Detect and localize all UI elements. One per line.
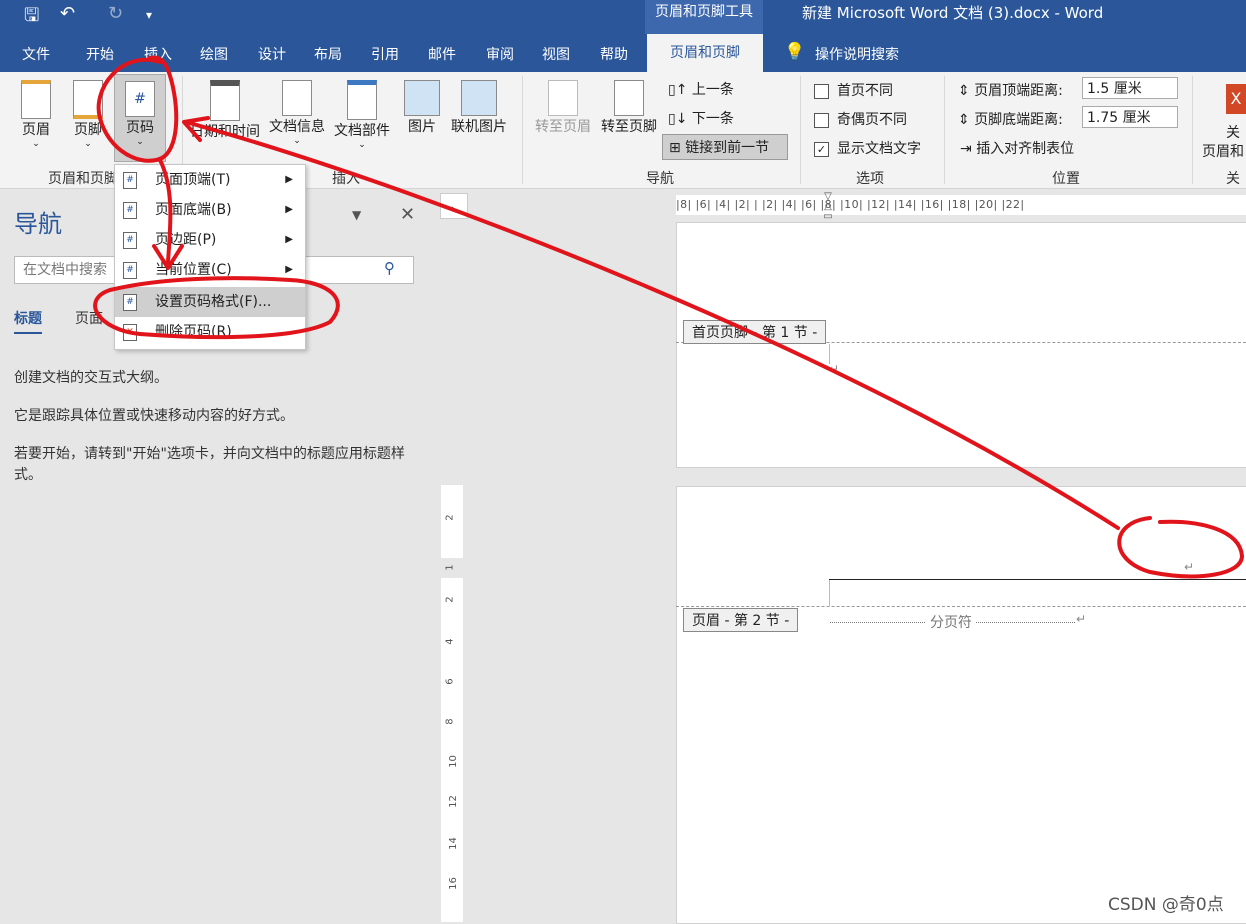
annotation-arrow-down (152, 158, 184, 270)
annotation-circle-page-number (96, 55, 179, 163)
annotation-circle-format (93, 276, 340, 340)
annotation-overlay (93, 55, 1244, 579)
annotation-circle-mark (1117, 516, 1244, 579)
watermark: CSDN @奇0点 (1108, 895, 1224, 915)
